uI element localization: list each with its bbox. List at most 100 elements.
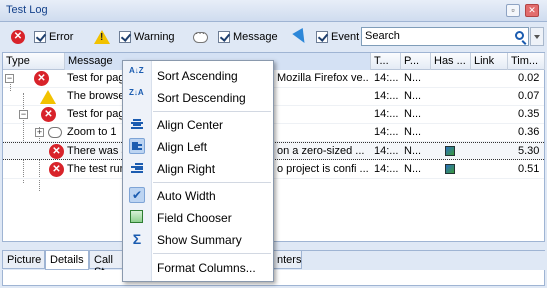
menu-item-sort-ascending[interactable]: A↓Z Sort Ascending (123, 64, 273, 86)
menu-item-align-right[interactable]: Align Right (123, 157, 273, 179)
title-bar: Test Log ▫ ✕ (0, 0, 547, 22)
menu-separator (153, 111, 271, 112)
menu-item-label: Sort Ascending (157, 69, 238, 83)
column-header-link[interactable]: Link (471, 53, 508, 70)
menu-separator (153, 253, 271, 254)
message-filter[interactable]: Message (193, 28, 278, 46)
event-filter-label: Event (331, 31, 360, 43)
row-priority: N... (404, 72, 422, 84)
menu-item-label: Align Left (157, 140, 208, 154)
menu-item-label: Align Center (157, 118, 224, 132)
warning-filter-label: Warning (134, 31, 175, 43)
sigma-icon: Σ (132, 231, 142, 247)
row-priority: N... (404, 90, 422, 102)
menu-item-align-center[interactable]: Align Center (123, 113, 273, 135)
row-priority: N... (404, 145, 422, 157)
menu-item-field-chooser[interactable]: Field Chooser (123, 206, 273, 228)
message-filter-label: Message (233, 31, 278, 43)
column-header-time-taken[interactable]: Tim... (508, 53, 545, 70)
collapse-toggle[interactable]: − (5, 74, 14, 83)
picture-icon[interactable] (445, 146, 455, 156)
error-checkbox[interactable] (34, 31, 46, 43)
search-icon[interactable] (515, 31, 524, 40)
row-time: 14:... (374, 108, 399, 120)
expand-toggle[interactable]: + (35, 128, 44, 137)
field-chooser-icon (130, 210, 143, 223)
error-icon: ✕ (11, 30, 25, 44)
sort-descending-icon: Z↓A (129, 88, 144, 97)
warning-icon (40, 90, 56, 104)
window-title: Test Log (6, 4, 48, 16)
row-message: There was a (67, 145, 127, 157)
row-message: Test for pag (67, 72, 125, 84)
column-context-menu: A↓Z Sort Ascending Z↓A Sort Descending A… (122, 60, 274, 282)
row-message-tail: on a zero-sized ... (277, 145, 365, 157)
row-message: Zoom to 1 (67, 126, 117, 138)
sort-ascending-icon: A↓Z (129, 66, 144, 75)
row-message-tail: Mozilla Firefox ve... (277, 72, 369, 84)
restore-button[interactable]: ▫ (506, 4, 520, 17)
cursor-icon (292, 27, 310, 47)
message-checkbox[interactable] (218, 31, 230, 43)
search-text: Search (365, 30, 400, 42)
search-dropdown-button[interactable] (530, 27, 544, 46)
row-message: The test run (67, 163, 126, 175)
row-time-taken: 0.51 (518, 163, 540, 175)
search-input[interactable]: Search (361, 27, 529, 46)
picture-icon[interactable] (445, 164, 455, 174)
message-icon (48, 127, 62, 138)
menu-item-label: Show Summary (157, 233, 242, 247)
tab-details[interactable]: Details (45, 251, 89, 270)
event-checkbox[interactable] (316, 31, 328, 43)
message-icon (193, 28, 208, 43)
row-priority: N... (404, 108, 422, 120)
row-priority: N... (404, 126, 422, 138)
checkmark-icon: ✔ (129, 187, 145, 203)
menu-item-label: Field Chooser (157, 211, 232, 225)
menu-item-show-summary[interactable]: Σ Show Summary (123, 228, 273, 250)
menu-item-format-columns[interactable]: Format Columns... (123, 256, 273, 278)
error-icon: ✕ (49, 144, 64, 159)
error-icon: ✕ (49, 162, 64, 177)
menu-separator (153, 182, 271, 183)
align-left-icon (129, 138, 145, 154)
close-button[interactable]: ✕ (525, 4, 539, 17)
row-time-taken: 0.02 (518, 72, 540, 84)
align-right-icon (129, 160, 145, 176)
warning-filter[interactable]: Warning (94, 28, 175, 46)
row-time: 14:... (374, 72, 399, 84)
error-icon: ✕ (34, 71, 49, 86)
row-time: 14:... (374, 126, 399, 138)
row-time: 14:... (374, 163, 399, 175)
column-header-type[interactable]: Type (3, 53, 65, 70)
column-header-has-picture[interactable]: Has ... (431, 53, 471, 70)
row-time: 14:... (374, 90, 399, 102)
warning-icon (94, 30, 110, 44)
menu-item-label: Align Right (157, 162, 216, 176)
error-filter[interactable]: ✕ Error (11, 28, 73, 46)
row-time-taken: 0.07 (518, 90, 540, 102)
row-time-taken: 5.30 (518, 145, 540, 157)
row-message: The browse (67, 90, 125, 102)
menu-item-label: Sort Descending (157, 91, 246, 105)
row-time: 14:... (374, 145, 399, 157)
menu-item-sort-descending[interactable]: Z↓A Sort Descending (123, 86, 273, 108)
row-message: Test for pag (67, 108, 125, 120)
tab-performance-counters[interactable]: nters (272, 251, 302, 269)
column-header-priority[interactable]: P... (401, 53, 431, 70)
event-filter[interactable]: Event (292, 27, 360, 47)
column-header-time[interactable]: T... (371, 53, 401, 70)
error-icon: ✕ (41, 107, 56, 122)
align-center-icon (129, 116, 145, 132)
warning-checkbox[interactable] (119, 31, 131, 43)
menu-item-label: Auto Width (157, 189, 216, 203)
menu-item-align-left[interactable]: Align Left (123, 135, 273, 157)
error-filter-label: Error (49, 31, 74, 43)
row-time-taken: 0.35 (518, 108, 540, 120)
menu-item-auto-width[interactable]: ✔ Auto Width (123, 184, 273, 206)
row-priority: N... (404, 163, 422, 175)
row-time-taken: 0.36 (518, 126, 540, 138)
menu-item-label: Format Columns... (157, 261, 256, 275)
tab-picture[interactable]: Picture (2, 251, 45, 269)
collapse-toggle[interactable]: − (19, 110, 28, 119)
